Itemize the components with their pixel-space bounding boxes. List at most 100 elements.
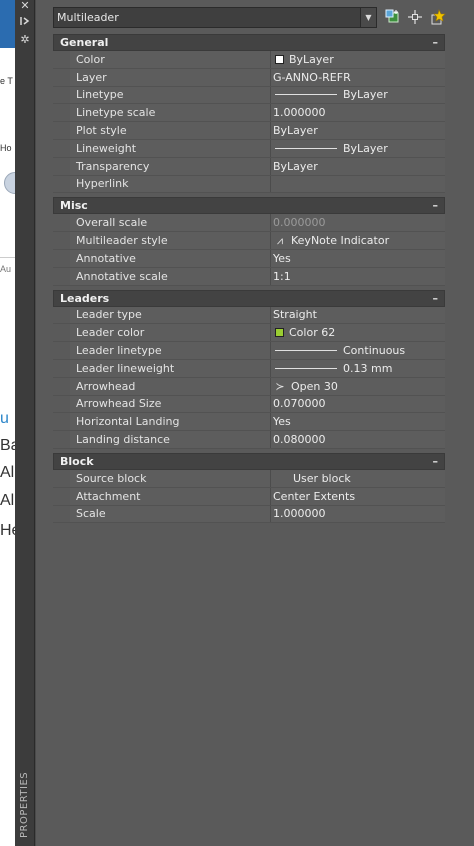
line-sample-icon — [275, 94, 337, 96]
property-row-hyperlink[interactable]: Hyperlink — [53, 175, 445, 194]
property-value[interactable]: 1.000000 — [271, 505, 445, 523]
section-title: General — [60, 36, 109, 49]
property-value-text: 1.000000 — [273, 106, 326, 120]
property-value[interactable]: 1:1 — [271, 267, 445, 285]
select-objects-icon[interactable] — [406, 8, 424, 26]
chevron-down-icon[interactable]: ▼ — [360, 8, 376, 27]
property-row-overall-scale[interactable]: Overall scale 0.000000 — [53, 214, 445, 233]
property-value[interactable]: Center Extents — [271, 487, 445, 505]
property-grid: General – Color ByLayer Layer G-ANNO-REFR Line… — [53, 34, 445, 524]
toggle-pickadd-icon[interactable] — [384, 8, 402, 26]
property-name: Transparency — [70, 157, 271, 175]
property-name: Source block — [70, 469, 271, 487]
close-icon[interactable]: ✕ — [18, 0, 32, 12]
row-gutter — [53, 324, 70, 341]
line-sample-icon — [275, 367, 337, 369]
property-value-text: Continuous — [343, 344, 406, 358]
settings-icon[interactable]: ✲ — [18, 32, 32, 46]
property-name: Annotative scale — [70, 267, 271, 285]
collapse-icon[interactable]: – — [433, 35, 439, 50]
background-text: Ho — [0, 143, 12, 153]
property-value[interactable] — [271, 175, 445, 193]
property-row-leader-linetype[interactable]: Leader linetype Continuous — [53, 342, 445, 360]
property-row-multileader-style[interactable]: Multileader style ⩘ KeyNote Indicator — [53, 232, 445, 250]
property-name: Arrowhead — [70, 377, 271, 395]
row-gutter — [53, 470, 70, 487]
section-header-leaders[interactable]: Leaders – — [53, 289, 445, 307]
property-name: Overall scale — [70, 214, 271, 232]
property-row-linetype-scale[interactable]: Linetype scale 1.000000 — [53, 104, 445, 123]
collapse-icon[interactable]: – — [433, 198, 439, 213]
property-value[interactable]: ≻ Open 30 — [271, 377, 445, 395]
property-name: Linetype scale — [70, 104, 271, 122]
background-application: e T Ho Au u Ba Al Al He — [0, 0, 15, 846]
row-gutter — [53, 87, 70, 104]
property-row-landing-distance[interactable]: Landing distance 0.080000 — [53, 431, 445, 449]
property-name: Color — [70, 51, 271, 68]
property-value-text: ByLayer — [289, 52, 334, 66]
property-value[interactable]: 0.070000 — [271, 395, 445, 413]
property-value-text: Straight — [273, 308, 317, 322]
property-row-source-block[interactable]: Source block User block — [53, 469, 445, 488]
property-name: Lineweight — [70, 139, 271, 157]
row-gutter — [53, 51, 70, 68]
property-value[interactable]: ByLayer — [271, 139, 445, 157]
property-value[interactable]: User block — [271, 469, 445, 487]
property-value[interactable]: ⩘ KeyNote Indicator — [271, 232, 445, 249]
collapse-icon[interactable]: – — [433, 454, 439, 469]
property-value[interactable]: Continuous — [271, 342, 445, 359]
property-value[interactable]: ByLayer — [271, 157, 445, 175]
property-value[interactable]: 0.080000 — [271, 431, 445, 448]
property-value[interactable]: Straight — [271, 306, 445, 324]
property-value[interactable]: ByLayer — [271, 51, 445, 68]
auto-hide-icon[interactable] — [18, 14, 32, 28]
property-name: Linetype — [70, 86, 271, 104]
section-title: Leaders — [60, 291, 110, 305]
property-row-linetype[interactable]: Linetype ByLayer — [53, 86, 445, 105]
property-row-leader-type[interactable]: Leader type Straight — [53, 306, 445, 325]
object-type-dropdown[interactable]: Multileader ▼ — [53, 7, 377, 28]
section-header-misc[interactable]: Misc – — [53, 197, 445, 215]
property-value[interactable]: 0.13 mm — [271, 359, 445, 377]
section-header-block[interactable]: Block – — [53, 452, 445, 470]
property-row-horizontal-landing[interactable]: Horizontal Landing Yes — [53, 413, 445, 432]
property-row-color[interactable]: Color ByLayer — [53, 51, 445, 69]
property-row-leader-color[interactable]: Leader color Color 62 — [53, 324, 445, 343]
section-header-general[interactable]: General – — [53, 34, 445, 51]
property-row-annotative-scale[interactable]: Annotative scale 1:1 — [53, 267, 445, 286]
property-value[interactable]: ByLayer — [271, 122, 445, 139]
row-gutter — [53, 122, 70, 139]
property-value[interactable]: G-ANNO-REFR — [271, 68, 445, 86]
property-value-text: ByLayer — [343, 141, 388, 155]
row-gutter — [53, 268, 70, 285]
property-value[interactable]: Yes — [271, 249, 445, 267]
property-row-scale[interactable]: Scale 1.000000 — [53, 505, 445, 524]
property-value[interactable]: Color 62 — [271, 324, 445, 342]
property-name: Leader linetype — [70, 342, 271, 359]
property-row-arrowhead-size[interactable]: Arrowhead Size 0.070000 — [53, 395, 445, 414]
property-value[interactable]: 0.000000 — [271, 214, 445, 232]
property-name: Scale — [70, 505, 271, 523]
property-row-layer[interactable]: Layer G-ANNO-REFR — [53, 68, 445, 87]
property-value[interactable]: 1.000000 — [271, 104, 445, 122]
property-row-plot-style[interactable]: Plot style ByLayer — [53, 122, 445, 140]
property-row-arrowhead[interactable]: Arrowhead ≻ Open 30 — [53, 377, 445, 396]
property-row-annotative[interactable]: Annotative Yes — [53, 249, 445, 268]
property-row-leader-lineweight[interactable]: Leader lineweight 0.13 mm — [53, 359, 445, 378]
row-gutter — [53, 506, 70, 523]
property-value[interactable]: ByLayer — [271, 86, 445, 104]
row-gutter — [53, 378, 70, 395]
row-gutter — [53, 176, 70, 193]
property-value-text: Center Extents — [273, 489, 356, 503]
row-gutter — [53, 307, 70, 324]
property-name: Leader type — [70, 306, 271, 324]
property-value[interactable]: Yes — [271, 413, 445, 431]
property-row-attachment[interactable]: Attachment Center Extents — [53, 487, 445, 506]
property-row-lineweight[interactable]: Lineweight ByLayer — [53, 139, 445, 158]
quick-select-icon[interactable] — [429, 8, 447, 26]
property-row-transparency[interactable]: Transparency ByLayer — [53, 157, 445, 176]
collapse-icon[interactable]: – — [433, 291, 439, 306]
property-value-text: G-ANNO-REFR — [273, 70, 351, 84]
row-gutter — [53, 360, 70, 377]
line-sample-icon — [275, 147, 337, 149]
